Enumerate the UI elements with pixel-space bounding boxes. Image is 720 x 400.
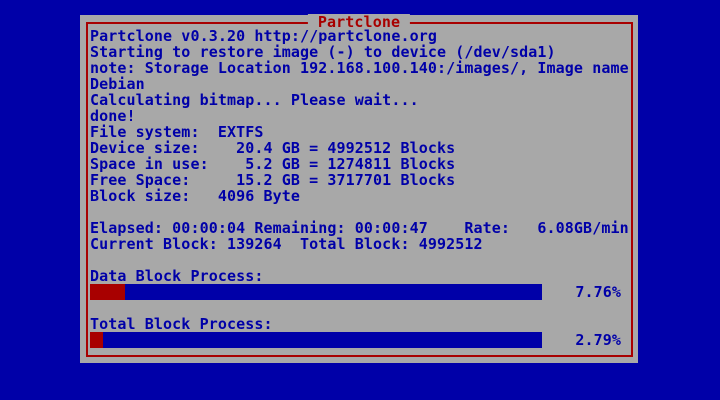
progress-label: Total Block Process: xyxy=(90,316,632,332)
progress-bar-fill xyxy=(90,284,125,300)
terminal-line: Block size: 4096 Byte xyxy=(90,188,632,204)
terminal-line: Calculating bitmap... Please wait... xyxy=(90,92,632,108)
terminal-line: Partclone v0.3.20 http://partclone.org xyxy=(90,28,632,44)
progress-percent: 2.79% xyxy=(573,332,621,348)
terminal-line: Current Block: 139264 Total Block: 49925… xyxy=(90,236,632,252)
terminal-line: Starting to restore image (-) to device … xyxy=(90,44,632,60)
terminal-line: done! xyxy=(90,108,632,124)
progress-row: 2.79% xyxy=(90,332,632,348)
terminal-line: Space in use: 5.2 GB = 1274811 Blocks xyxy=(90,156,632,172)
progress-bar-track xyxy=(90,284,542,300)
blank-line xyxy=(90,252,632,268)
progress-label: Data Block Process: xyxy=(90,268,632,284)
terminal-line: note: Storage Location 192.168.100.140:/… xyxy=(90,60,632,76)
terminal-line: Debian xyxy=(90,76,632,92)
progress-row: 7.76% xyxy=(90,284,632,300)
terminal-line xyxy=(90,204,632,220)
terminal-line: File system: EXTFS xyxy=(90,124,632,140)
terminal-line: Free Space: 15.2 GB = 3717701 Blocks xyxy=(90,172,632,188)
progress-bar-track xyxy=(90,332,542,348)
terminal-output: Partclone v0.3.20 http://partclone.orgSt… xyxy=(90,28,632,348)
terminal-line: Elapsed: 00:00:04 Remaining: 00:00:47 Ra… xyxy=(90,220,632,236)
blank-line xyxy=(90,300,632,316)
progress-bar-fill xyxy=(90,332,103,348)
terminal-line: Device size: 20.4 GB = 4992512 Blocks xyxy=(90,140,632,156)
partclone-dialog: Partclone Partclone v0.3.20 http://partc… xyxy=(80,15,638,363)
progress-percent: 7.76% xyxy=(573,284,621,300)
